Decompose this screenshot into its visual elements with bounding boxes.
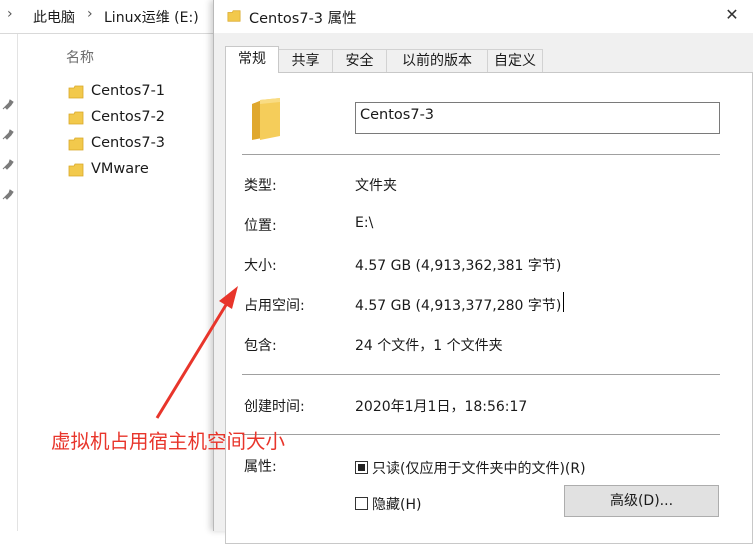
pin-icon[interactable]: [2, 188, 14, 200]
dialog-titlebar[interactable]: Centos7-3 属性 ✕: [214, 0, 753, 33]
folder-name-input[interactable]: Centos7-3: [355, 102, 720, 134]
breadcrumb-separator-icon[interactable]: ›: [87, 6, 93, 22]
location-label: 位置:: [244, 218, 277, 234]
size-label: 大小:: [244, 258, 277, 274]
location-value: E:\: [355, 215, 374, 231]
properties-dialog: Centos7-3 属性 ✕ 常规 共享 安全 以前的版本 自定义 Centos…: [213, 0, 753, 544]
separator: [242, 374, 720, 375]
close-icon[interactable]: ✕: [722, 5, 742, 25]
file-name: Centos7-3: [91, 135, 166, 151]
contains-value: 24 个文件，1 个文件夹: [355, 338, 503, 354]
type-value: 文件夹: [355, 178, 397, 194]
pin-icon[interactable]: [2, 158, 14, 170]
navigation-pane: [0, 34, 18, 531]
size-on-disk-value: 4.57 GB (4,913,377,280 字节): [355, 298, 562, 314]
folder-icon: [252, 98, 280, 140]
tab-customize[interactable]: 自定义: [487, 49, 543, 72]
tab-sharing[interactable]: 共享: [278, 49, 333, 72]
breadcrumb-drive[interactable]: Linux运维 (E:): [104, 7, 199, 27]
size-on-disk-label: 占用空间:: [244, 298, 305, 314]
dialog-title: Centos7-3 属性: [249, 11, 357, 27]
folder-icon: [68, 85, 84, 99]
annotation-text: 虚拟机占用宿主机空间大小: [51, 430, 286, 453]
tab-general[interactable]: 常规: [225, 46, 279, 73]
size-value: 4.57 GB (4,913,362,381 字节): [355, 258, 562, 274]
checkbox-box[interactable]: [355, 461, 368, 474]
created-label: 创建时间:: [244, 399, 305, 415]
attributes-label: 属性:: [244, 459, 277, 475]
hidden-label: 隐藏(H): [372, 497, 422, 513]
address-bar[interactable]: › 此电脑 › Linux运维 (E:): [0, 0, 230, 34]
readonly-label: 只读(仅应用于文件夹中的文件)(R): [372, 461, 586, 477]
tab-security[interactable]: 安全: [332, 49, 387, 72]
contains-label: 包含:: [244, 338, 277, 354]
file-name: VMware: [91, 161, 149, 177]
pin-icon[interactable]: [2, 128, 14, 140]
advanced-button[interactable]: 高级(D)...: [564, 485, 719, 517]
folder-icon: [68, 163, 84, 177]
file-name: Centos7-1: [91, 83, 166, 99]
hidden-checkbox[interactable]: 隐藏(H): [355, 494, 421, 514]
created-value: 2020年1月1日，18:56:17: [355, 399, 528, 415]
tab-previous-versions[interactable]: 以前的版本: [386, 49, 488, 72]
folder-icon: [68, 111, 84, 125]
separator: [242, 154, 720, 155]
checkbox-box[interactable]: [355, 497, 368, 510]
column-header-name[interactable]: 名称: [66, 47, 94, 67]
type-label: 类型:: [244, 178, 277, 194]
chevron-left-icon[interactable]: ›: [7, 6, 13, 22]
file-name: Centos7-2: [91, 109, 166, 125]
folder-icon: [68, 137, 84, 151]
text-cursor: [563, 292, 564, 312]
folder-icon: [227, 10, 241, 22]
separator: [242, 434, 720, 435]
pin-icon[interactable]: [2, 98, 14, 110]
readonly-checkbox[interactable]: 只读(仅应用于文件夹中的文件)(R): [355, 458, 586, 478]
breadcrumb-this-pc[interactable]: 此电脑: [33, 7, 75, 27]
